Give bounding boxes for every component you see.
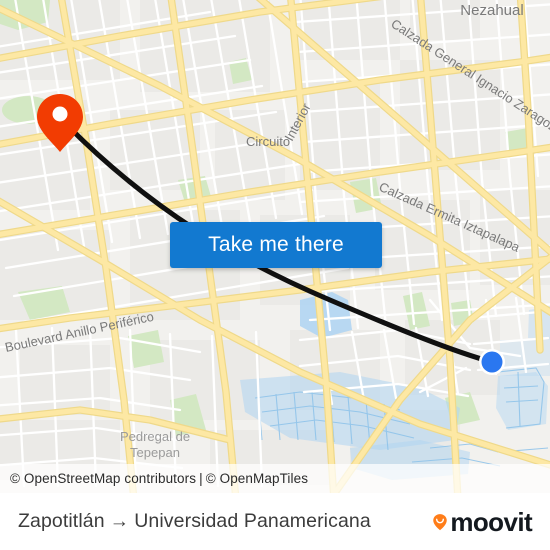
moovit-logo[interactable]: moovit	[431, 506, 533, 537]
moovit-pin-icon	[433, 513, 448, 530]
map-attribution: © OpenStreetMap contributors | © OpenMapTi…	[0, 464, 550, 493]
label-pedregal-line2: Tepepan	[130, 445, 180, 460]
destination-dot[interactable]	[479, 349, 505, 375]
attribution-maptiles[interactable]: © OpenMapTiles	[206, 471, 308, 486]
trip-origin: Zapotitlán	[18, 510, 105, 532]
map-canvas[interactable]: Nezahual Calzada General Ignacio Zaragoz…	[0, 0, 550, 493]
trip-summary: Zapotitlán → Universidad Panamericana	[18, 510, 431, 533]
take-me-there-button[interactable]: Take me there	[170, 222, 382, 268]
trip-destination: Universidad Panamericana	[134, 510, 371, 532]
label-nezahualcoyotl: Nezahual	[460, 2, 523, 19]
label-pedregal-line1: Pedregal de	[120, 429, 190, 444]
moovit-wordmark: moovit	[450, 506, 532, 537]
attribution-separator: |	[199, 471, 203, 486]
moovit-trip-map-screen: Nezahual Calzada General Ignacio Zaragoz…	[0, 0, 550, 550]
arrow-icon: →	[109, 510, 130, 532]
attribution-osm[interactable]: © OpenStreetMap contributors	[10, 471, 196, 486]
trip-footer: Zapotitlán → Universidad Panamericana moov…	[0, 493, 550, 550]
